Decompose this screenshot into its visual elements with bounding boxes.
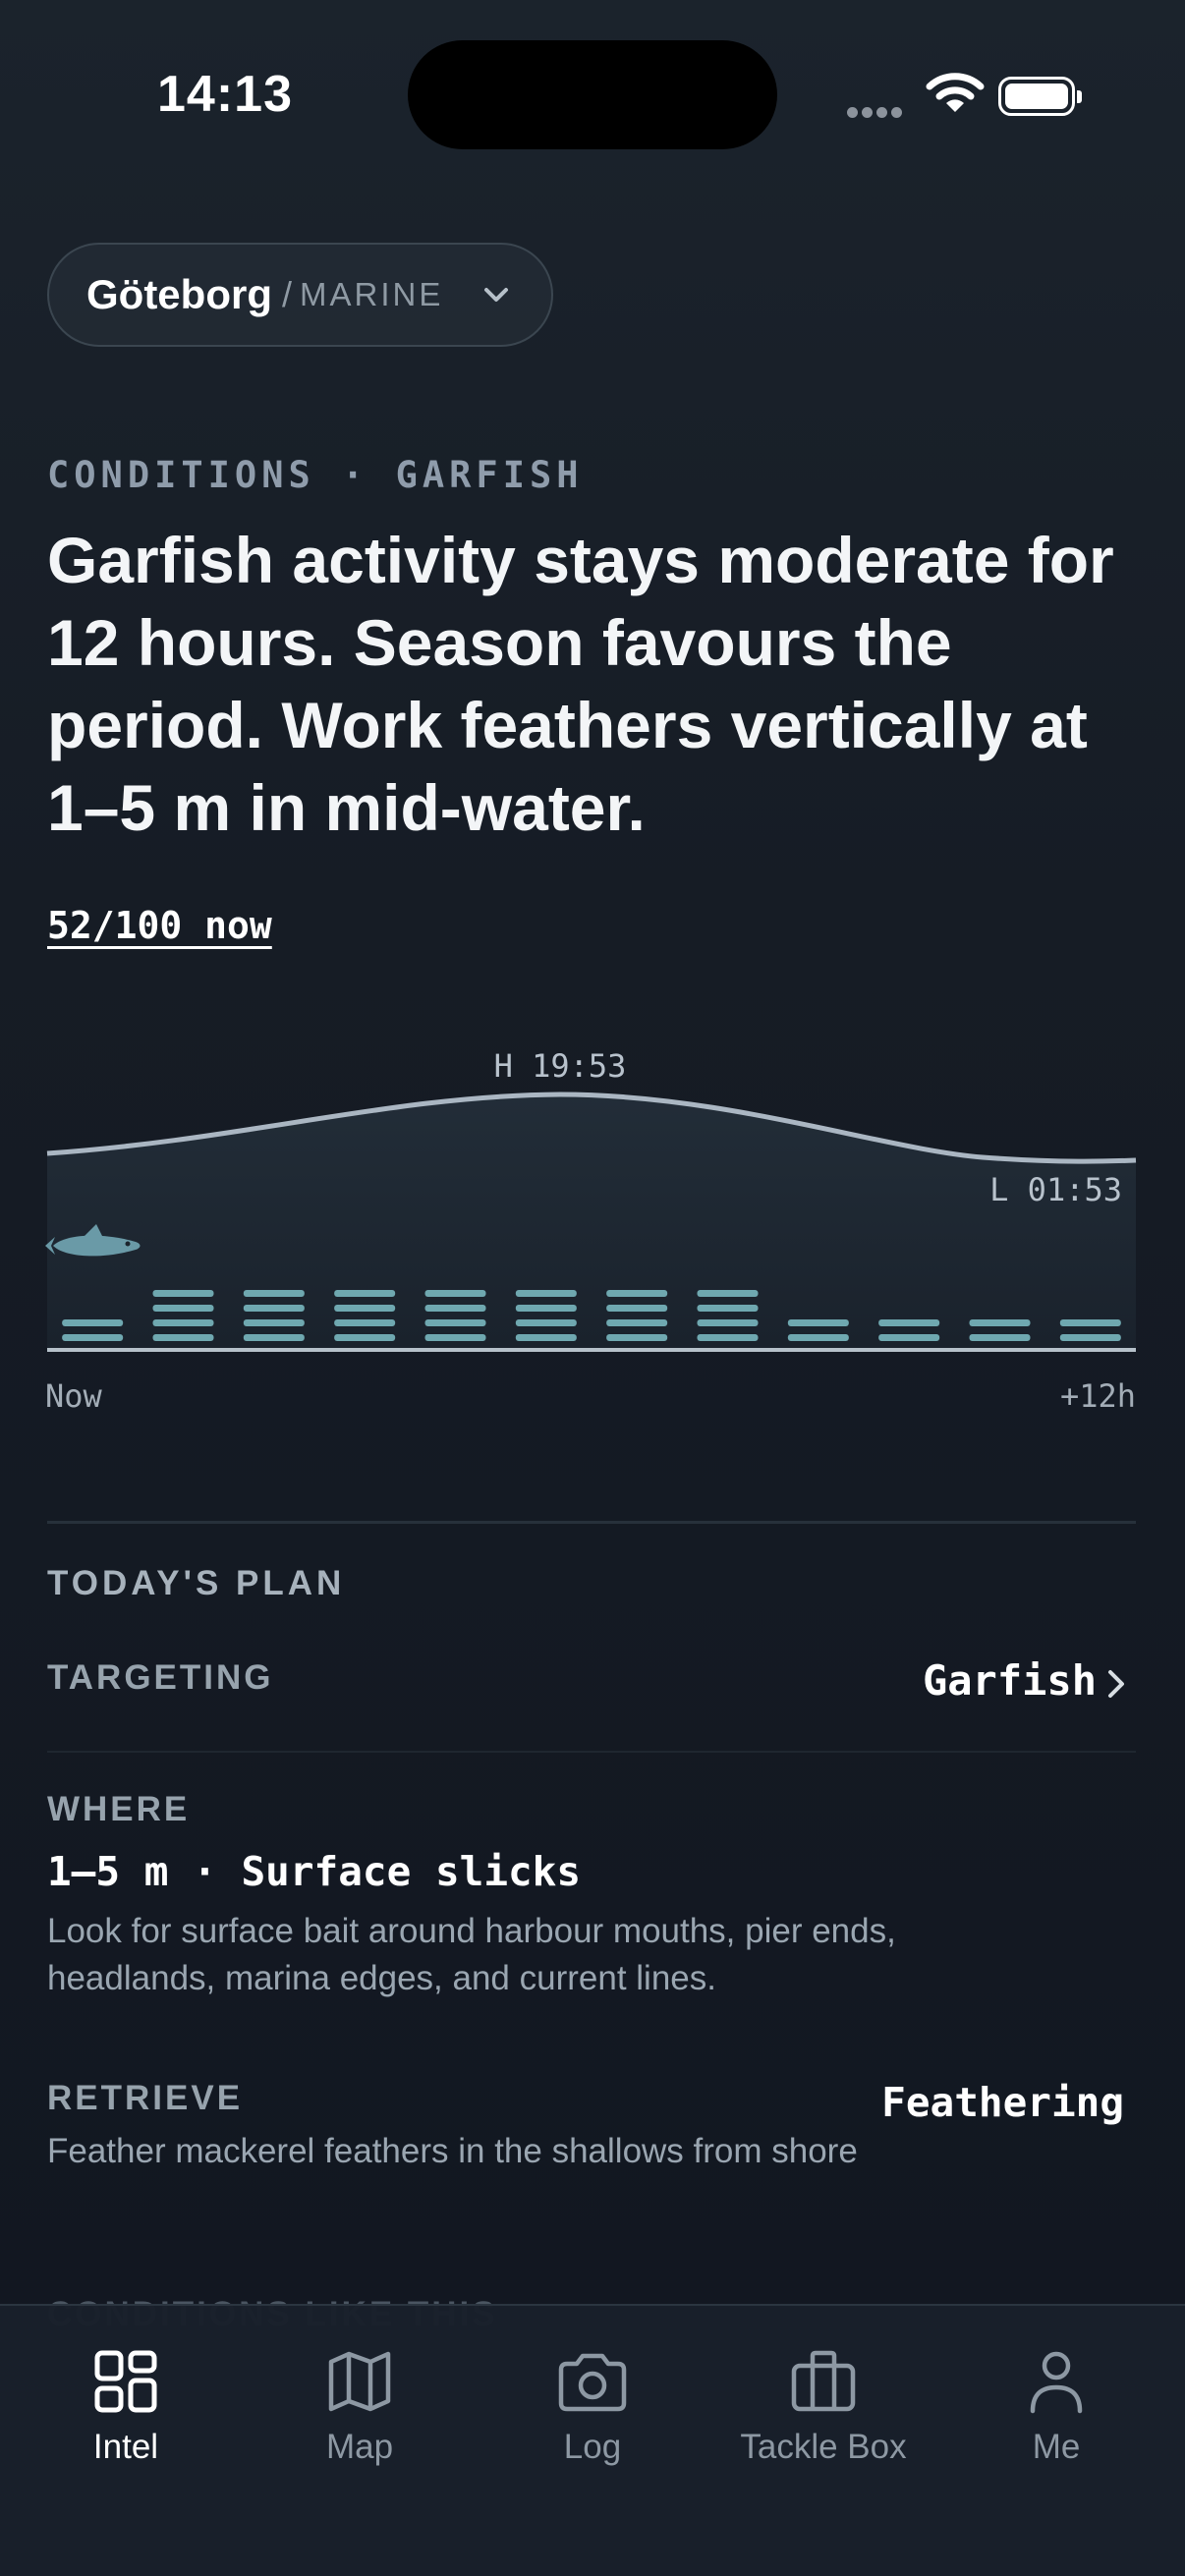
activity-bar-segment	[424, 1290, 486, 1297]
section-divider	[47, 1521, 1136, 1524]
chevron-right-icon[interactable]	[1104, 1666, 1128, 1702]
status-time: 14:13	[157, 66, 293, 123]
activity-bar-segment	[697, 1305, 759, 1312]
tab-map-label: Map	[325, 2428, 394, 2466]
tab-intel-label: Intel	[92, 2428, 159, 2466]
activity-bar-segment	[878, 1334, 940, 1341]
activity-bar-segment	[424, 1305, 486, 1312]
signal-icon	[847, 105, 906, 123]
activity-bar-segment	[515, 1305, 577, 1312]
targeting-label: TARGETING	[47, 1658, 274, 1697]
where-label: WHERE	[47, 1790, 191, 1828]
activity-chart: H 19:53 L 01:53	[45, 1047, 1137, 1352]
activity-bar-segment	[515, 1290, 577, 1297]
where-description: Look for surface bait around harbour mou…	[47, 1912, 896, 1997]
activity-bar-segment	[1059, 1319, 1121, 1326]
activity-bar-segment	[152, 1290, 214, 1297]
activity-bar-segment	[62, 1334, 124, 1341]
chevron-down-icon	[484, 288, 508, 302]
activity-score-link[interactable]: 52/100 now	[47, 904, 272, 947]
activity-bar-segment	[424, 1319, 486, 1326]
chart-end-label: +12h	[1059, 1377, 1136, 1415]
activity-bar-segment	[697, 1290, 759, 1297]
location-separator: /	[281, 274, 292, 314]
activity-bar-segment	[243, 1319, 305, 1326]
activity-bar-segment	[334, 1319, 396, 1326]
tab-map[interactable]: Map	[261, 2341, 458, 2467]
activity-bar-segment	[243, 1305, 305, 1312]
status-icons	[847, 71, 1083, 120]
tab-me-label: Me	[1032, 2428, 1081, 2466]
chart-start-label: Now	[45, 1377, 102, 1415]
targeting-value[interactable]: Garfish	[923, 1656, 1097, 1705]
activity-bar-segment	[1059, 1334, 1121, 1341]
tab-tackle-box-label: Tackle Box	[740, 2428, 907, 2466]
grid-icon	[94, 2350, 157, 2413]
tab-intel[interactable]: Intel	[28, 2341, 224, 2467]
activity-bar-segment	[334, 1334, 396, 1341]
activity-bar-segment	[878, 1319, 940, 1326]
activity-bar-segment	[606, 1334, 668, 1341]
tab-log[interactable]: Log	[494, 2341, 691, 2467]
activity-bar-segment	[334, 1305, 396, 1312]
activity-bar-segment	[606, 1290, 668, 1297]
activity-bar-segment	[62, 1319, 124, 1326]
activity-bar-segment	[697, 1334, 759, 1341]
activity-bar-segment	[606, 1305, 668, 1312]
app-screen: 14:13 Göteborg / MARINE CONDITIONS · GAR…	[0, 0, 1185, 2576]
activity-bar-segment	[515, 1319, 577, 1326]
tab-log-label: Log	[563, 2428, 622, 2466]
activity-bar-segment	[606, 1319, 668, 1326]
location-city: Göteborg	[86, 271, 272, 317]
battery-icon	[998, 77, 1082, 116]
wifi-icon	[926, 73, 985, 112]
activity-bar-segment	[152, 1334, 214, 1341]
activity-bar-segment	[515, 1334, 577, 1341]
conditions-headline: Garfish activity stays moderate for 12 h…	[47, 524, 1114, 844]
briefcase-icon	[791, 2350, 856, 2412]
where-value: 1–5 m · Surface slicks	[47, 1848, 582, 1895]
activity-bar-segment	[424, 1334, 486, 1341]
retrieve-label: RETRIEVE	[47, 2079, 244, 2117]
tide-high-label: H 19:53	[494, 1047, 627, 1085]
retrieve-description: Feather mackerel feathers in the shallow…	[47, 2132, 858, 2170]
dynamic-island	[408, 40, 777, 149]
plan-title: TODAY'S PLAN	[47, 1564, 346, 1602]
activity-bar-segment	[152, 1305, 214, 1312]
tab-me[interactable]: Me	[958, 2341, 1155, 2467]
retrieve-value: Feathering	[881, 2079, 1124, 2126]
activity-bar-segment	[787, 1319, 849, 1326]
tide-low-label: L 01:53	[989, 1171, 1122, 1208]
map-icon	[328, 2351, 391, 2412]
tab-bar: Intel Map Log Tackle Box Me	[0, 2304, 1185, 2576]
activity-bar-segment	[787, 1334, 849, 1341]
activity-bar-segment	[243, 1290, 305, 1297]
activity-bar-segment	[152, 1319, 214, 1326]
camera-icon	[558, 2353, 627, 2412]
activity-bar-segment	[969, 1334, 1031, 1341]
conditions-eyebrow: CONDITIONS · GARFISH	[47, 454, 584, 496]
location-type: MARINE	[300, 276, 444, 312]
row-separator	[47, 1751, 1136, 1753]
activity-bar-segment	[243, 1334, 305, 1341]
activity-bar-segment	[334, 1290, 396, 1297]
location-selector[interactable]: Göteborg / MARINE	[47, 243, 553, 347]
person-icon	[1030, 2351, 1083, 2414]
activity-bar-segment	[697, 1319, 759, 1326]
activity-bar-segment	[969, 1319, 1031, 1326]
tab-tackle-box[interactable]: Tackle Box	[725, 2341, 922, 2467]
